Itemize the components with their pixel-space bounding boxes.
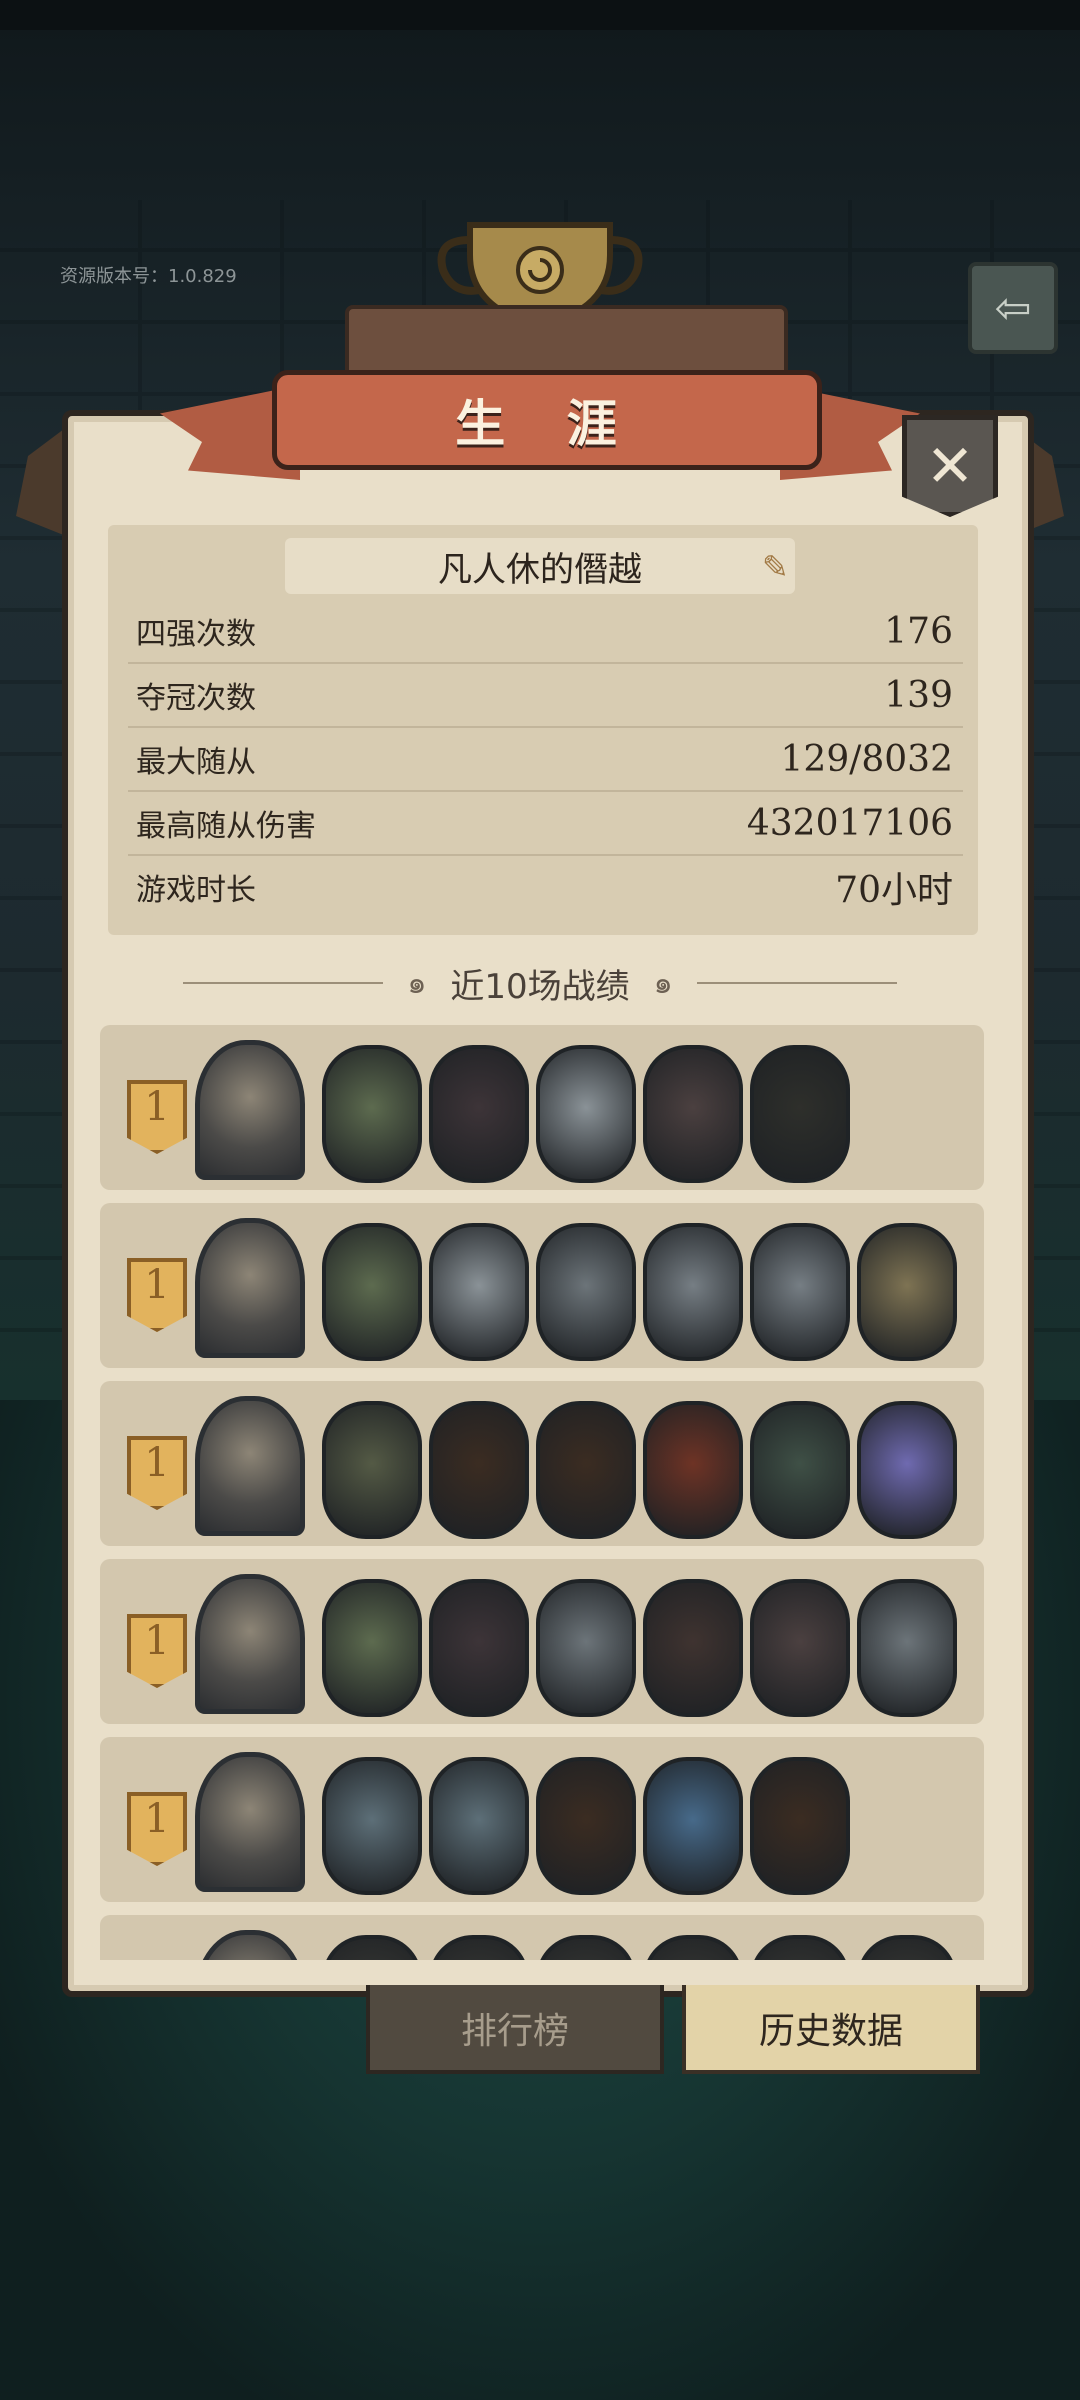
hero-portrait[interactable] — [195, 1218, 305, 1358]
match-row[interactable]: 1 — [100, 1381, 984, 1546]
partial-minion-portrait[interactable] — [322, 1935, 422, 1960]
mech-minion-portrait[interactable] — [536, 1579, 636, 1717]
match-row[interactable]: 1 — [100, 1737, 984, 1902]
stat-value: 129/8032 — [780, 738, 953, 780]
stat-row-max-damage: 最高随从伤害 432017106 — [128, 792, 963, 856]
orc-minion-portrait[interactable] — [643, 1579, 743, 1717]
beast-minion-portrait[interactable] — [322, 1757, 422, 1895]
beast-minion-portrait[interactable] — [429, 1757, 529, 1895]
partial-minion-portrait[interactable] — [857, 1935, 957, 1960]
mech-minion-portrait[interactable] — [857, 1579, 957, 1717]
partial-minion-portrait[interactable] — [643, 1935, 743, 1960]
robot-minion-portrait[interactable] — [536, 1045, 636, 1183]
match-row[interactable]: 1 — [100, 1203, 984, 1368]
divider-right — [696, 982, 897, 984]
elf-minion-portrait[interactable] — [643, 1757, 743, 1895]
back-arrow-icon: ⇦ — [994, 282, 1032, 334]
treant-minion-portrait[interactable] — [429, 1401, 529, 1539]
stat-label: 最高随从伤害 — [136, 809, 316, 844]
recent-matches-header: ๑ 近10场战绩 ๑ — [0, 955, 1080, 1011]
player-name: 凡人休的僭越 — [285, 538, 795, 594]
treant-minion-portrait[interactable] — [750, 1757, 850, 1895]
rank-badge: 1 — [127, 1614, 187, 1688]
match-row[interactable]: 1 — [100, 1915, 984, 1960]
stat-row-wins: 夺冠次数 139 — [128, 664, 963, 728]
missile-minion-portrait[interactable] — [322, 1579, 422, 1717]
golem-minion-portrait[interactable] — [643, 1223, 743, 1361]
robot-minion-portrait[interactable] — [429, 1223, 529, 1361]
stat-value: 139 — [884, 674, 953, 716]
partial-minion-portrait[interactable] — [536, 1935, 636, 1960]
panel-title: 生 涯 — [455, 395, 639, 453]
partial-minion-portrait[interactable] — [750, 1935, 850, 1960]
match-row[interactable]: 1 — [100, 1559, 984, 1724]
stat-value: 432017106 — [746, 802, 953, 844]
rank-badge: 1 — [127, 1792, 187, 1866]
mech-minion-portrait[interactable] — [536, 1223, 636, 1361]
treant-minion-portrait[interactable] — [536, 1757, 636, 1895]
demon-minion-portrait[interactable] — [429, 1579, 529, 1717]
match-row[interactable]: 1 — [100, 1025, 984, 1190]
partial-minion-portrait[interactable] — [429, 1935, 529, 1960]
hero-portrait[interactable] — [195, 1574, 305, 1714]
stat-label: 四强次数 — [136, 617, 256, 652]
warrior-minion-portrait[interactable] — [643, 1045, 743, 1183]
top-bar — [0, 0, 1080, 30]
close-button[interactable]: ✕ — [902, 415, 998, 517]
golem-minion-portrait[interactable] — [750, 1223, 850, 1361]
rank-badge: 1 — [127, 1258, 187, 1332]
missile-minion-portrait[interactable] — [322, 1223, 422, 1361]
missile-minion-portrait[interactable] — [322, 1045, 422, 1183]
stat-row-top4: 四强次数 176 — [128, 600, 963, 664]
tab-history[interactable]: 历史数据 — [682, 1985, 980, 2074]
wizard-minion-portrait[interactable] — [857, 1401, 957, 1539]
knight-minion-portrait[interactable] — [857, 1223, 957, 1361]
stat-row-max-minion: 最大随从 129/8032 — [128, 728, 963, 792]
divider-left — [183, 982, 384, 984]
demon-minion-portrait[interactable] — [429, 1045, 529, 1183]
hero-portrait[interactable] — [195, 1396, 305, 1536]
section-title: 近10场战绩 — [450, 966, 630, 1007]
bird-minion-portrait[interactable] — [322, 1401, 422, 1539]
title-banner: 生 涯 — [272, 370, 822, 470]
tab-leaderboard[interactable]: 排行榜 — [366, 1985, 664, 2074]
match-history-list[interactable]: 1 1 1 1 1 1 — [100, 1025, 984, 1960]
rank-badge: 1 — [127, 1080, 187, 1154]
stat-label: 夺冠次数 — [136, 681, 256, 716]
stat-label: 最大随从 — [136, 745, 256, 780]
rank-badge: 1 — [127, 1436, 187, 1510]
stat-value: 176 — [884, 610, 953, 652]
ghost-minion-portrait[interactable] — [750, 1401, 850, 1539]
hero-portrait[interactable] — [195, 1752, 305, 1892]
hero-portrait[interactable] — [195, 1040, 305, 1180]
stat-label: 游戏时长 — [136, 873, 256, 908]
warrior-minion-portrait[interactable] — [750, 1579, 850, 1717]
bat-minion-portrait[interactable] — [750, 1045, 850, 1183]
stat-row-playtime: 游戏时长 70小时 — [128, 856, 963, 918]
swirl-icon: ๑ — [407, 965, 427, 1001]
hero-portrait[interactable] — [195, 1930, 305, 1960]
resource-version-label: 资源版本号：1.0.829 — [60, 266, 237, 287]
dragon-minion-portrait[interactable] — [643, 1401, 743, 1539]
treant-minion-portrait[interactable] — [536, 1401, 636, 1539]
edit-name-icon[interactable]: ✎ — [762, 548, 792, 586]
back-button[interactable]: ⇦ — [968, 262, 1058, 354]
stat-value: 70小时 — [835, 870, 953, 911]
close-icon: ✕ — [925, 432, 975, 500]
swirl-icon: ๑ — [653, 965, 673, 1001]
